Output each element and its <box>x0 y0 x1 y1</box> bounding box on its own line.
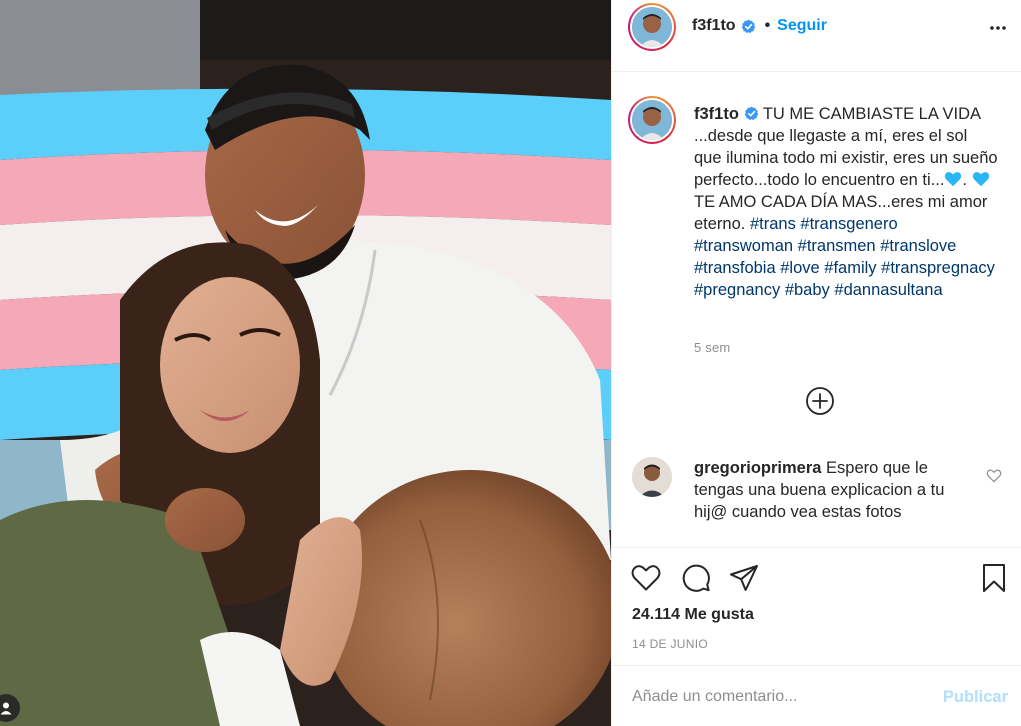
hashtag-link[interactable]: #pregnancy <box>694 281 780 299</box>
hashtag-link[interactable]: #love <box>780 259 819 277</box>
person-icon <box>0 702 12 715</box>
header-separator: • <box>764 17 771 34</box>
author-avatar[interactable] <box>628 3 676 51</box>
post-side-panel: f3f1to • Seguir f3f1to TU ME CAMBIASTE L… <box>611 0 1021 726</box>
blue-heart-emoji-icon <box>972 172 989 187</box>
hashtag-link[interactable]: #transfobia <box>694 259 776 277</box>
add-comment-bar: Publicar <box>612 665 1021 726</box>
hashtag-link[interactable]: #transgenero <box>800 215 897 233</box>
avatar-photo <box>632 7 672 47</box>
like-heart-icon[interactable] <box>630 562 662 594</box>
post-actions: 24.114 Me gusta 14 DE JUNIO <box>612 547 1021 665</box>
author-line: f3f1to • Seguir <box>692 17 827 35</box>
verified-badge-icon <box>741 19 755 33</box>
caption-author-avatar[interactable] <box>628 96 676 144</box>
caption-dot: . <box>962 171 968 189</box>
hashtag-link[interactable]: #transmen <box>798 237 876 255</box>
hashtag-link[interactable]: #transwoman <box>694 237 793 255</box>
commenter-avatar[interactable] <box>632 457 672 497</box>
caption-timestamp[interactable]: 5 sem <box>694 340 730 355</box>
author-username[interactable]: f3f1to <box>692 17 736 35</box>
post-image-illustration <box>0 0 611 726</box>
more-options-button[interactable] <box>986 16 1010 40</box>
share-paper-plane-icon[interactable] <box>728 562 760 594</box>
hashtag-link[interactable]: #trans <box>750 215 796 233</box>
comment-like-heart-icon[interactable] <box>986 468 1002 484</box>
hashtag-link[interactable]: #dannasultana <box>834 281 942 299</box>
blue-heart-emoji-icon <box>945 172 962 187</box>
more-options-icon <box>990 26 1006 30</box>
save-bookmark-icon[interactable] <box>978 562 1010 594</box>
hashtag-link[interactable]: #transpregnacy <box>881 259 995 277</box>
avatar-photo <box>632 457 672 497</box>
load-more-comments-icon[interactable] <box>805 386 835 416</box>
like-count[interactable]: 24.114 Me gusta <box>632 606 754 624</box>
follow-button[interactable]: Seguir <box>777 17 827 35</box>
caption-text: f3f1to TU ME CAMBIASTE LA VIDA ...desde … <box>694 103 999 301</box>
comment-username[interactable]: gregorioprimera <box>694 459 821 477</box>
post-date[interactable]: 14 DE JUNIO <box>632 637 708 651</box>
comment-bubble-icon[interactable] <box>680 562 712 594</box>
hashtag-link[interactable]: #baby <box>785 281 830 299</box>
post-photo[interactable] <box>0 0 611 726</box>
hashtag-link[interactable]: #family <box>824 259 876 277</box>
publish-comment-button[interactable]: Publicar <box>943 688 1008 707</box>
verified-badge-icon <box>744 106 758 121</box>
caption-username[interactable]: f3f1to <box>694 105 739 123</box>
avatar-photo <box>632 100 672 140</box>
comment-text: gregorioprimera Espero que le tengas una… <box>694 457 974 523</box>
post-header: f3f1to • Seguir <box>612 0 1021 72</box>
add-comment-input[interactable] <box>632 684 922 710</box>
hashtag-link[interactable]: #translove <box>880 237 956 255</box>
